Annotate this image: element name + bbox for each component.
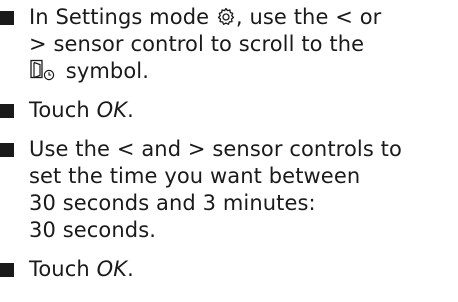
step-text: Touch [29, 257, 97, 281]
gear-icon [216, 7, 236, 27]
list-item: Touch OK. [0, 256, 458, 283]
step-text: set the time you want between [29, 164, 361, 188]
square-bullet-icon [0, 11, 14, 25]
step-text: Touch [29, 98, 97, 122]
step-text: symbol. [59, 59, 149, 83]
square-bullet-icon [0, 143, 14, 157]
instruction-list: In Settings mode , use the < or > sensor… [0, 0, 458, 283]
list-item: Touch OK. [0, 97, 458, 124]
step-text: 30 seconds and 3 minutes: [29, 191, 316, 215]
square-bullet-icon [0, 263, 14, 277]
list-item: In Settings mode , use the < or > sensor… [0, 4, 458, 85]
step-text: . [127, 257, 134, 281]
list-item: Use the < and > sensor controls to set t… [0, 136, 458, 244]
step-text: Use the < and > sensor controls to [29, 137, 402, 161]
step-text: . [127, 98, 134, 122]
ok-label: OK [96, 257, 128, 281]
door-timer-icon [29, 59, 59, 81]
ok-label: OK [96, 98, 128, 122]
step-text: , use the < or [235, 5, 382, 29]
step-text: In Settings mode [29, 5, 216, 29]
step-text: 30 seconds. [29, 218, 157, 242]
square-bullet-icon [0, 104, 14, 118]
step-text: > sensor control to scroll to the [29, 32, 365, 56]
